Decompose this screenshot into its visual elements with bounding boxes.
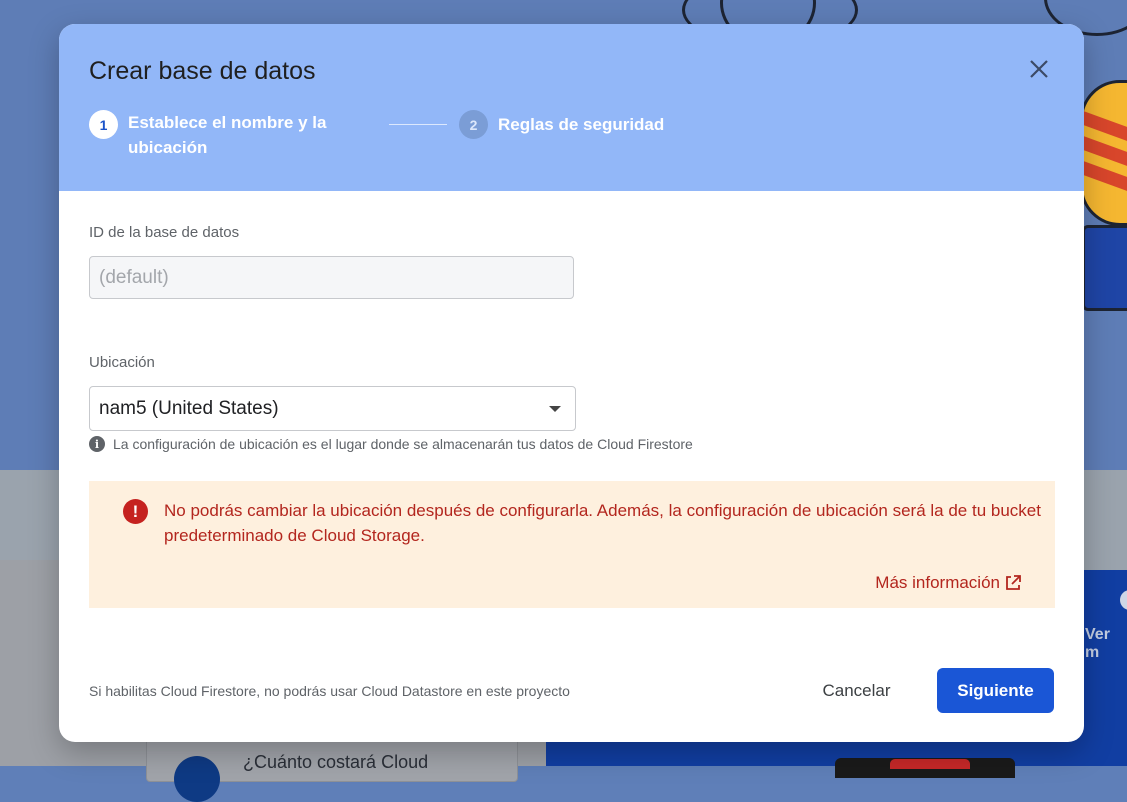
background-ver-link: Ver m bbox=[1085, 626, 1110, 661]
location-hint-text: La configuración de ubicación es el luga… bbox=[113, 436, 693, 452]
info-icon: i bbox=[89, 436, 105, 452]
cancel-button[interactable]: Cancelar bbox=[804, 669, 909, 713]
external-link-icon bbox=[1006, 575, 1021, 590]
step-1-number: 1 bbox=[89, 110, 118, 139]
error-icon: ! bbox=[123, 499, 148, 524]
dropdown-arrow-icon bbox=[549, 406, 561, 412]
next-button[interactable]: Siguiente bbox=[937, 668, 1054, 713]
location-select[interactable]: nam5 (United States) bbox=[89, 386, 576, 431]
dialog-header: Crear base de datos 1 Establece el nombr… bbox=[59, 24, 1084, 191]
warning-text: No podrás cambiar la ubicación después d… bbox=[164, 501, 1041, 545]
location-warning-banner: ! No podrás cambiar la ubicación después… bbox=[89, 481, 1055, 608]
background-card-avatar bbox=[174, 756, 220, 802]
database-id-input[interactable] bbox=[89, 256, 574, 299]
location-selected-value: nam5 (United States) bbox=[99, 398, 279, 419]
background-device-accent bbox=[890, 759, 970, 769]
location-hint: i La configuración de ubicación es el lu… bbox=[89, 436, 693, 452]
close-icon bbox=[1030, 60, 1048, 78]
location-label: Ubicación bbox=[89, 354, 155, 371]
background-card-text: ¿Cuánto costará Cloud bbox=[243, 752, 429, 772]
step-2-number: 2 bbox=[459, 110, 488, 139]
create-database-dialog: Crear base de datos 1 Establece el nombr… bbox=[59, 24, 1084, 742]
close-button[interactable] bbox=[1024, 54, 1054, 84]
database-id-label: ID de la base de datos bbox=[89, 224, 240, 241]
step-2: 2 Reglas de seguridad bbox=[459, 110, 664, 139]
step-connector bbox=[389, 124, 447, 125]
learn-more-link[interactable]: Más información bbox=[875, 573, 1022, 593]
step-1-label: Establece el nombre y la ubicación bbox=[128, 113, 327, 157]
step-1: 1 Establece el nombre y la ubicación bbox=[89, 110, 358, 160]
step-2-label: Reglas de seguridad bbox=[498, 115, 665, 134]
dialog-title: Crear base de datos bbox=[89, 57, 316, 85]
datastore-note: Si habilitas Cloud Firestore, no podrás … bbox=[89, 683, 570, 699]
learn-more-label: Más información bbox=[875, 573, 1000, 592]
background-server-illustration bbox=[1082, 225, 1127, 311]
